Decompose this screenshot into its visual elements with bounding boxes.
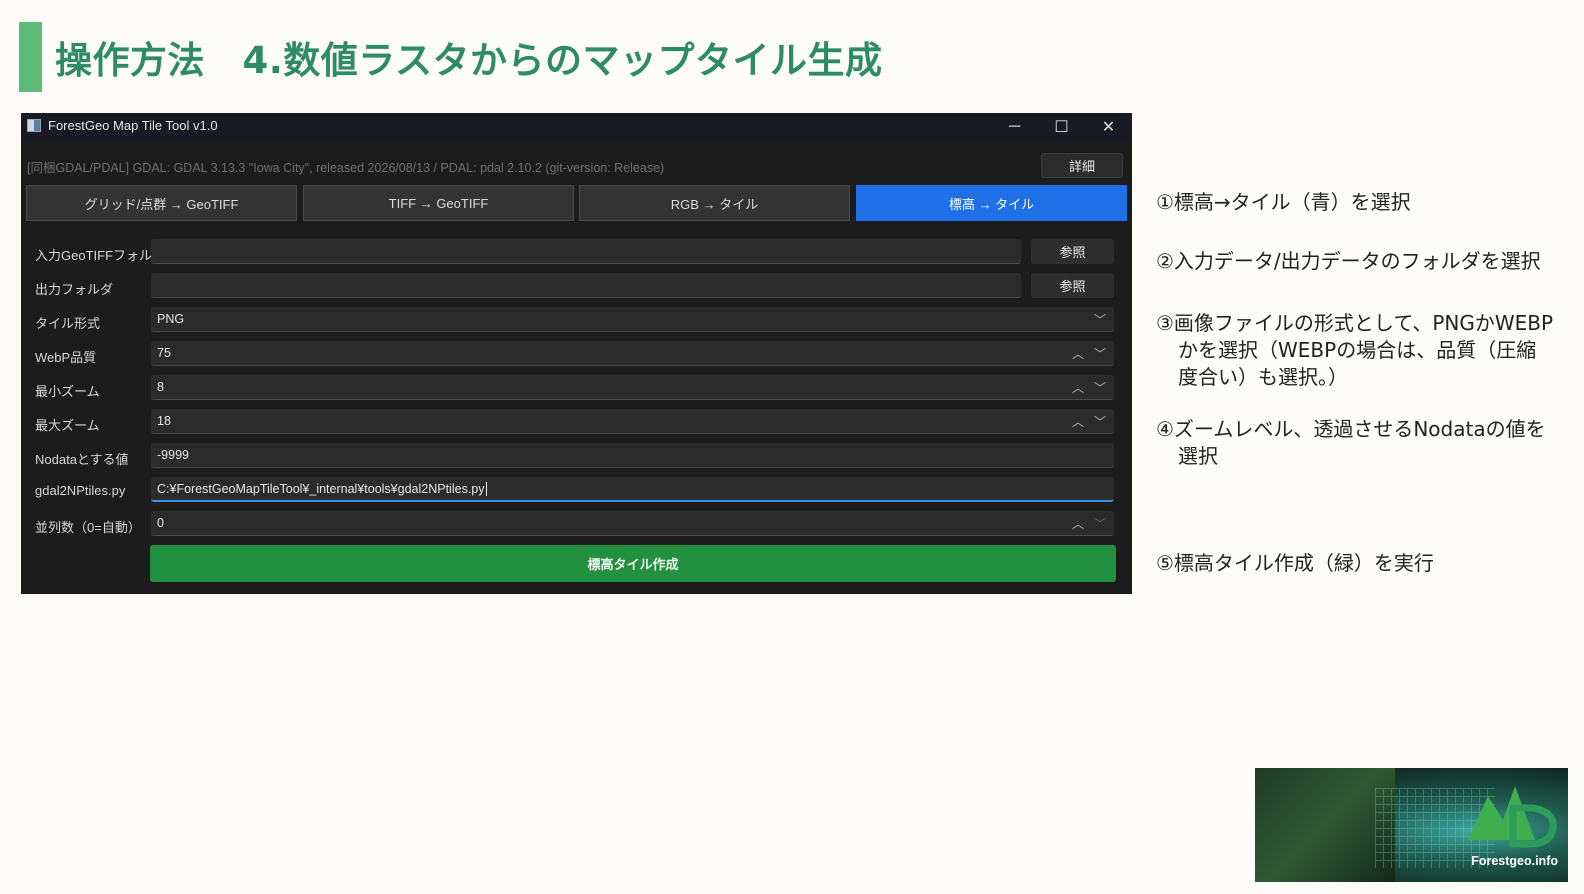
tab-rgb-to-tile[interactable]: RGB → タイル (579, 185, 850, 221)
app-window: ForestGeo Map Tile Tool v1.0 ─ ☐ ✕ [同梱GD… (21, 113, 1132, 594)
min-zoom-value: 8 (157, 380, 164, 394)
tab-tiff-to-geotiff[interactable]: TIFF → GeoTIFF (303, 185, 574, 221)
step-2-line: ②入力データ/出力データのフォルダを選択 (1156, 249, 1541, 273)
parallel-value: 0 (157, 516, 164, 530)
window-title: ForestGeo Map Tile Tool v1.0 (48, 118, 218, 133)
chevron-up-icon[interactable]: ︿ (1072, 515, 1084, 532)
app-icon (27, 119, 41, 132)
step-4: ④ズームレベル、透過させるNodataの値を 選択 (1156, 416, 1546, 470)
close-icon: ✕ (1101, 119, 1116, 136)
max-zoom-label: 最大ズーム (35, 418, 100, 433)
tile-format-value: PNG (157, 312, 185, 326)
parallel-label: 並列数（0=自動） (35, 520, 141, 535)
detail-button[interactable]: 詳細 (1041, 153, 1123, 178)
logo-text: Forestgeo.info (1471, 854, 1558, 868)
max-zoom-value: 18 (157, 414, 171, 428)
create-elevation-tiles-button[interactable]: 標高タイル作成 (150, 545, 1116, 582)
maximize-button[interactable]: ☐ (1038, 113, 1085, 141)
step-1-line: ①標高→タイル（青）を選択 (1156, 190, 1411, 214)
step-2: ②入力データ/出力データのフォルダを選択 (1156, 248, 1541, 275)
output-browse-button[interactable]: 参照 (1031, 273, 1114, 298)
step-4-line-1: ④ズームレベル、透過させるNodataの値を (1156, 417, 1546, 441)
minimize-icon: ─ (1008, 118, 1021, 135)
forestgeo-logo: Forestgeo.info (1255, 768, 1568, 882)
chevron-down-icon[interactable]: ﹀ (1094, 413, 1106, 430)
tab-grid-to-geotiff[interactable]: グリッド/点群 → GeoTIFF (26, 185, 297, 221)
text-cursor (485, 481, 487, 496)
parallel-spinbox[interactable]: 0 ︿ ﹀ (151, 511, 1114, 536)
step-5: ⑤標高タイル作成（緑）を実行 (1156, 550, 1434, 577)
chevron-up-icon[interactable]: ︿ (1072, 345, 1084, 362)
output-folder-label: 出力フォルダ (35, 282, 114, 297)
output-folder-field[interactable] (151, 273, 1021, 298)
nodata-label: Nodataとする値 (35, 452, 129, 467)
tile-format-label: タイル形式 (35, 316, 101, 331)
webp-quality-spinbox[interactable]: 75 ︿ ﹀ (151, 341, 1114, 366)
max-zoom-spinbox[interactable]: 18 ︿ ﹀ (151, 409, 1114, 434)
logo-mark-icon (1468, 786, 1557, 848)
webp-quality-value: 75 (157, 346, 171, 360)
step-3: ③画像ファイルの形式として、PNGかWEBP かを選択（WEBPの場合は、品質（… (1156, 310, 1553, 391)
chevron-down-icon[interactable]: ﹀ (1094, 515, 1106, 532)
step-5-line: ⑤標高タイル作成（緑）を実行 (1156, 551, 1434, 575)
maximize-icon: ☐ (1054, 119, 1069, 136)
script-path-field[interactable]: C:¥ForestGeoMapTileTool¥_internal¥tools¥… (151, 477, 1114, 502)
input-folder-label: 入力GeoTIFFフォルダ (35, 248, 166, 263)
step-3-line-3: 度合い）も選択。） (1178, 365, 1348, 389)
tab-elevation-to-tile[interactable]: 標高 → タイル (856, 185, 1127, 221)
min-zoom-spinbox[interactable]: 8 ︿ ﹀ (151, 375, 1114, 400)
script-path-label: gdal2NPtiles.py (35, 483, 126, 498)
input-folder-field[interactable] (151, 239, 1021, 264)
chevron-up-icon[interactable]: ︿ (1072, 379, 1084, 396)
title-accent-bar (19, 22, 42, 92)
chevron-down-icon[interactable]: ﹀ (1094, 379, 1106, 396)
step-1: ①標高→タイル（青）を選択 (1156, 189, 1411, 216)
step-3-line-1: ③画像ファイルの形式として、PNGかWEBP (1156, 311, 1554, 335)
minimize-button[interactable]: ─ (991, 113, 1038, 141)
webp-quality-label: WebP品質 (35, 350, 97, 365)
tile-format-select[interactable]: PNG ﹀ (151, 307, 1114, 332)
version-info: [同梱GDAL/PDAL] GDAL: GDAL 3.13.3 "Iowa Ci… (27, 161, 665, 175)
step-3-line-2: かを選択（WEBPの場合は、品質（圧縮 (1178, 338, 1537, 362)
chevron-up-icon[interactable]: ︿ (1072, 413, 1084, 430)
chevron-down-icon: ﹀ (1093, 312, 1106, 327)
min-zoom-label: 最小ズーム (35, 384, 100, 399)
chevron-down-icon[interactable]: ﹀ (1094, 345, 1106, 362)
step-4-line-2: 選択 (1178, 444, 1218, 468)
script-path-value: C:¥ForestGeoMapTileTool¥_internal¥tools¥… (157, 481, 485, 496)
nodata-field[interactable]: -9999 (151, 443, 1114, 468)
forest-image (1255, 768, 1395, 882)
input-browse-button[interactable]: 参照 (1031, 239, 1114, 264)
page-title: 操作方法 4.数値ラスタからのマップタイル生成 (55, 39, 883, 82)
window-titlebar: ForestGeo Map Tile Tool v1.0 ─ ☐ ✕ (21, 113, 1132, 141)
close-button[interactable]: ✕ (1085, 113, 1132, 141)
